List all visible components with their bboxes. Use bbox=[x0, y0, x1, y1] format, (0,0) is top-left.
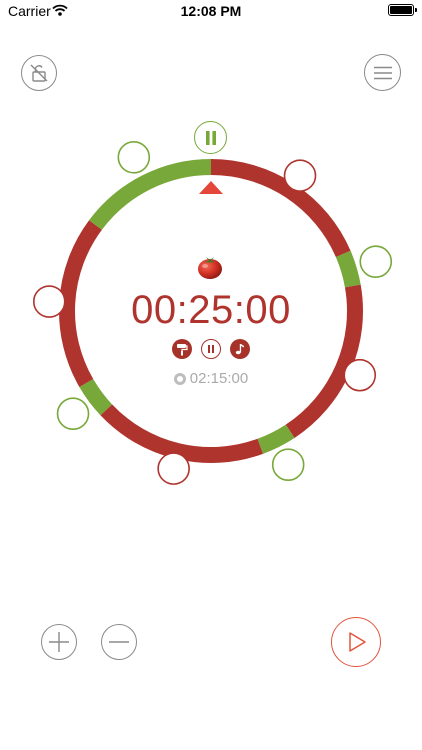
break-handle-2[interactable] bbox=[359, 245, 393, 278]
work-segment-1[interactable] bbox=[210, 159, 351, 258]
total-time-icon bbox=[173, 372, 186, 385]
break-segment-4[interactable] bbox=[257, 424, 295, 454]
work-handle-1[interactable] bbox=[283, 159, 317, 192]
remove-session-button[interactable] bbox=[101, 624, 137, 660]
break-segment-6[interactable] bbox=[79, 378, 113, 416]
current-time-display: 00:25:00 bbox=[131, 288, 291, 332]
tomato-icon bbox=[196, 254, 224, 285]
add-session-button[interactable] bbox=[41, 624, 77, 660]
session-options bbox=[0, 339, 422, 359]
play-icon bbox=[349, 632, 366, 652]
total-time-row: 02:15:00 bbox=[0, 370, 422, 387]
minus-icon bbox=[109, 641, 129, 643]
position-pointer bbox=[199, 181, 223, 194]
break-handle-4[interactable] bbox=[271, 448, 305, 482]
work-handle-5[interactable] bbox=[157, 452, 190, 485]
paint-roller-icon[interactable] bbox=[172, 339, 192, 359]
break-handle-8[interactable] bbox=[117, 140, 151, 174]
break-segment-8[interactable] bbox=[89, 159, 212, 230]
plus-icon bbox=[49, 632, 69, 652]
total-time-label: 02:15:00 bbox=[189, 370, 249, 387]
ticking-icon[interactable] bbox=[201, 339, 221, 359]
music-note-icon[interactable] bbox=[230, 339, 250, 359]
break-handle-6[interactable] bbox=[56, 397, 90, 431]
work-segment-5[interactable] bbox=[100, 404, 263, 463]
break-segment-2[interactable] bbox=[335, 250, 361, 288]
play-button[interactable] bbox=[331, 617, 381, 667]
